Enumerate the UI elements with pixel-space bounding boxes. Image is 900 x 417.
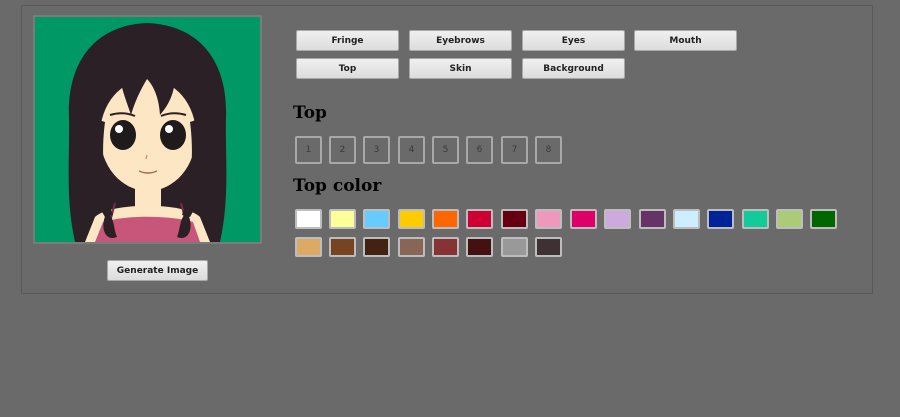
tab-background[interactable]: Background [522,58,625,79]
generate-image-button[interactable]: Generate Image [107,260,208,281]
color-swatch-taupe[interactable] [398,237,425,257]
color-swatch-dark-green[interactable] [810,209,837,229]
color-swatch-navy[interactable] [707,209,734,229]
color-swatch-sky-blue[interactable] [363,209,390,229]
color-swatch-plum[interactable] [639,209,666,229]
option-4-button[interactable]: 4 [398,136,425,164]
color-swatch-brown[interactable] [329,237,356,257]
tab-mouth[interactable]: Mouth [634,30,737,51]
option-1-button[interactable]: 1 [295,136,322,164]
color-swatch-magenta[interactable] [570,209,597,229]
color-swatch-rust[interactable] [432,237,459,257]
color-swatch-red[interactable] [466,209,493,229]
color-swatch-orange[interactable] [432,209,459,229]
color-swatch-gray[interactable] [501,237,528,257]
tab-eyes[interactable]: Eyes [522,30,625,51]
color-swatch-light-yellow[interactable] [329,209,356,229]
color-swatch-dark-maroon[interactable] [466,237,493,257]
color-swatch-pale-blue[interactable] [673,209,700,229]
color-swatch-olive-green[interactable] [776,209,803,229]
section-title: Top [293,103,327,123]
option-8-button[interactable]: 8 [535,136,562,164]
option-6-button[interactable]: 6 [466,136,493,164]
option-7-button[interactable]: 7 [501,136,528,164]
color-swatch-tan[interactable] [295,237,322,257]
tab-skin[interactable]: Skin [409,58,512,79]
option-5-button[interactable]: 5 [432,136,459,164]
option-3-button[interactable]: 3 [363,136,390,164]
tab-top[interactable]: Top [296,58,399,79]
color-swatch-white[interactable] [295,209,322,229]
color-swatch-lavender[interactable] [604,209,631,229]
option-2-button[interactable]: 2 [329,136,356,164]
color-swatch-maroon[interactable] [501,209,528,229]
color-swatch-pink[interactable] [535,209,562,229]
color-swatch-mint[interactable] [742,209,769,229]
color-section-title: Top color [293,176,382,196]
tab-eyebrows[interactable]: Eyebrows [409,30,512,51]
avatar-preview [33,15,262,244]
tab-fringe[interactable]: Fringe [296,30,399,51]
color-swatch-gold[interactable] [398,209,425,229]
avatar-drawing [68,23,227,242]
color-swatch-charcoal[interactable] [535,237,562,257]
color-swatch-dark-brown[interactable] [363,237,390,257]
